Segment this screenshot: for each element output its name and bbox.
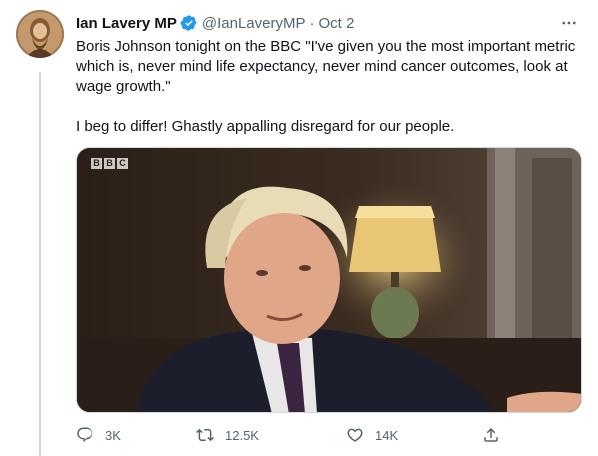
thread-line [39,72,41,456]
watermark-letter: B [91,158,102,169]
reply-icon [77,427,93,443]
avatar-portrait [16,10,64,58]
tweet-date[interactable]: Oct 2 [319,15,355,32]
tweet-paragraph: I beg to differ! Ghastly appalling disre… [76,118,455,135]
heart-icon [347,428,363,442]
share-button[interactable] [482,426,500,444]
bbc-watermark: B B C [91,158,128,169]
like-count: 14K [375,427,399,443]
watermark-letter: C [117,158,128,169]
tweet-header: Ian Lavery MP @IanLaveryMP · Oct 2 [76,12,584,34]
action-bar: 3K 12.5K 14K [76,424,506,448]
retweet-count: 12.5K [225,427,259,443]
tweet-paragraph: Boris Johnson tonight on the BBC "I've g… [76,38,576,95]
watermark-letter: B [104,158,115,169]
separator: · [309,14,315,32]
reply-button[interactable]: 3K [76,426,121,444]
video-thumbnail[interactable]: B B C [76,147,582,413]
avatar[interactable] [16,10,64,58]
paragraph-spacer [76,97,582,117]
video-frame [77,148,581,412]
retweet-icon [196,428,214,442]
display-name[interactable]: Ian Lavery MP [76,15,177,32]
tweet-text: Boris Johnson tonight on the BBC "I've g… [76,37,582,137]
share-icon [484,427,498,442]
more-options-icon[interactable] [558,12,580,34]
handle[interactable]: @IanLaveryMP [202,15,306,32]
like-button[interactable]: 14K [346,426,398,444]
retweet-button[interactable]: 12.5K [196,426,259,444]
reply-count: 3K [105,427,121,443]
verified-badge-icon [180,14,198,32]
